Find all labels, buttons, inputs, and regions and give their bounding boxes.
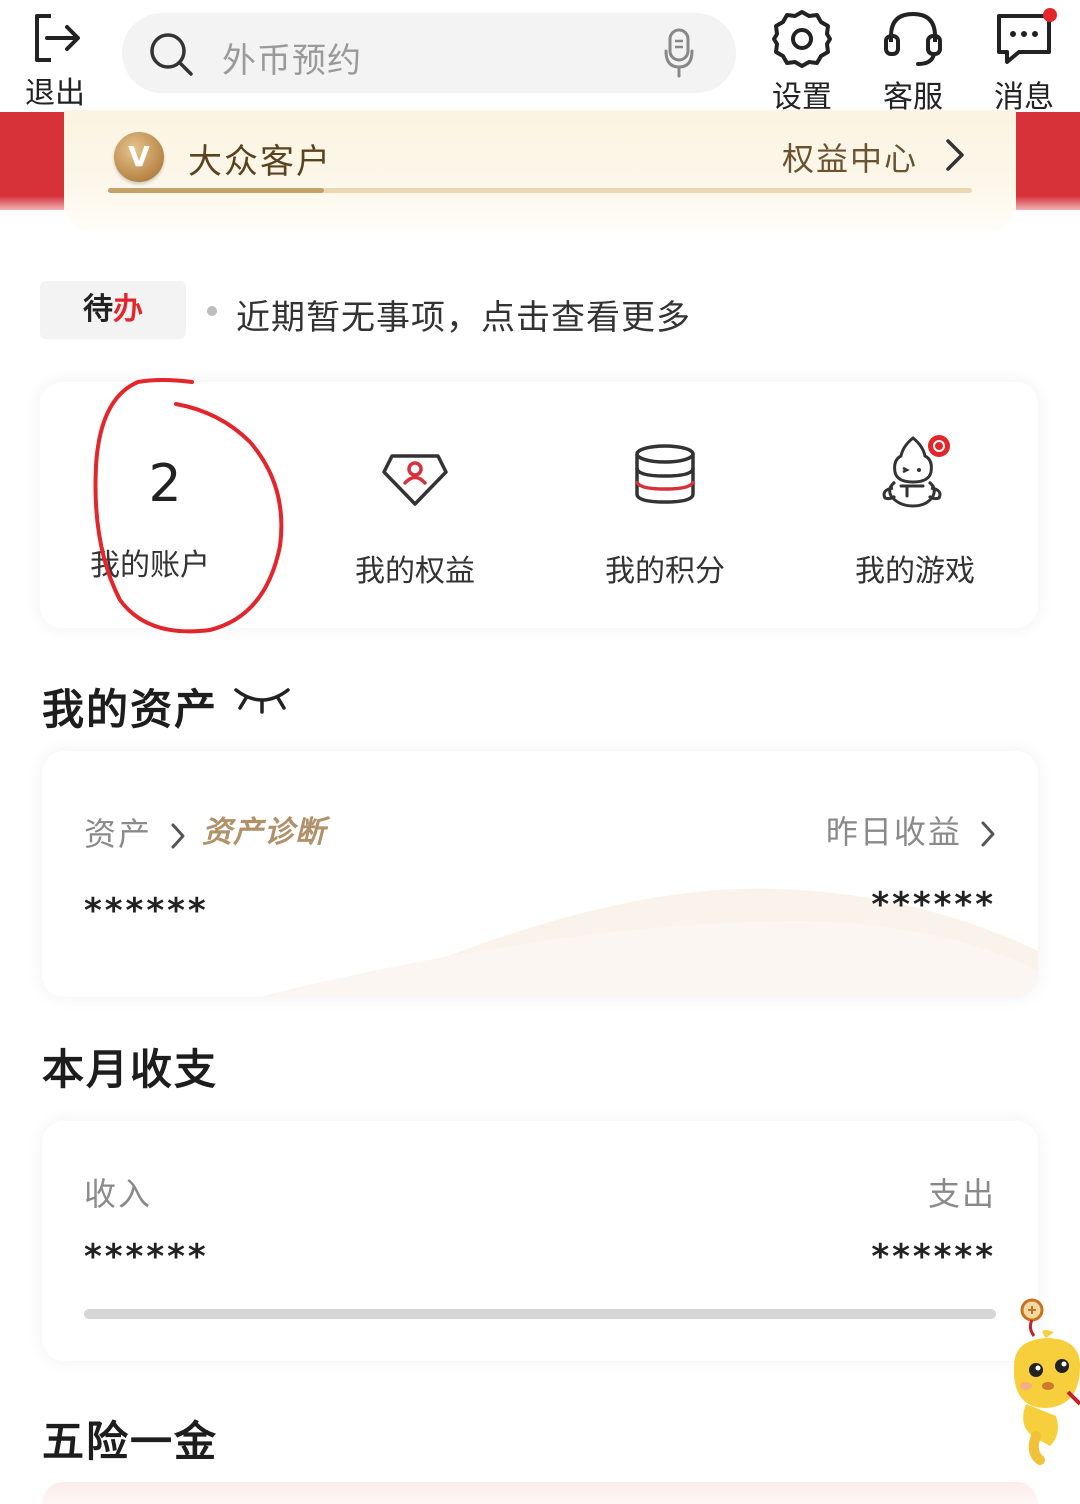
snowman-game-icon bbox=[882, 435, 950, 508]
todo-text[interactable]: 近期暂无事项，点击查看更多 bbox=[236, 290, 691, 339]
messages-button[interactable]: 消息 bbox=[979, 8, 1069, 116]
games-label: 我的游戏 bbox=[855, 554, 975, 589]
member-banner[interactable]: V 大众客户 权益中心 bbox=[64, 110, 1016, 232]
income-expense-bar bbox=[84, 1309, 996, 1319]
member-tier: 大众客户 bbox=[188, 142, 332, 182]
exit-button[interactable]: 退出 bbox=[22, 10, 88, 112]
account-label: 我的账户 bbox=[90, 548, 210, 583]
yesterday-earnings-link[interactable]: 昨日收益 bbox=[826, 807, 996, 853]
my-accounts-button[interactable]: 2 我的账户 bbox=[40, 382, 290, 628]
member-progress-bar bbox=[108, 188, 972, 193]
chevron-right-icon bbox=[981, 821, 995, 847]
gear-icon bbox=[772, 10, 832, 68]
coin-stack-icon bbox=[635, 444, 695, 504]
logout-icon bbox=[35, 14, 80, 62]
assets-section-title: 我的资产 bbox=[42, 685, 219, 734]
asset-diagnosis-link[interactable]: 资产诊断 bbox=[202, 807, 326, 851]
diamond-user-icon bbox=[382, 454, 448, 506]
vip-badge-icon: V bbox=[114, 132, 164, 182]
quick-access-card: 2 我的账户 我的权益 我的积分 我的游戏 bbox=[40, 382, 1038, 628]
my-equity-button[interactable]: 我的权益 bbox=[290, 382, 540, 628]
customer-service-button[interactable]: 客服 bbox=[868, 8, 958, 116]
expense-value: ****** bbox=[871, 1237, 996, 1277]
unread-dot bbox=[1043, 8, 1057, 22]
benefits-center-link[interactable]: 权益中心 bbox=[782, 134, 918, 180]
assets-link[interactable]: 资产 bbox=[84, 809, 186, 855]
equity-label: 我的权益 bbox=[355, 554, 475, 589]
todo-bullet bbox=[207, 306, 217, 316]
mascot-float-icon[interactable] bbox=[1006, 1296, 1080, 1466]
exit-label: 退出 bbox=[25, 76, 85, 111]
search-icon bbox=[150, 33, 193, 76]
expense-label: 支出 bbox=[927, 1175, 996, 1213]
account-count: 2 bbox=[148, 454, 182, 514]
monthly-section-title: 本月收支 bbox=[42, 1045, 219, 1094]
banner-fade-right bbox=[1016, 196, 1080, 210]
eye-closed-icon[interactable] bbox=[232, 684, 292, 714]
points-label: 我的积分 bbox=[605, 554, 725, 589]
income-label: 收入 bbox=[84, 1175, 153, 1213]
todo-tag[interactable]: 待办 bbox=[40, 281, 186, 339]
top-bar: 退出 外币预约 设置 客服 消息 bbox=[0, 0, 1080, 115]
search-placeholder: 外币预约 bbox=[222, 41, 362, 81]
chevron-right-icon bbox=[171, 823, 185, 849]
monthly-card[interactable]: 收入 支出 ****** ****** bbox=[42, 1121, 1038, 1361]
insurance-section-title: 五险一金 bbox=[42, 1417, 219, 1466]
my-points-button[interactable]: 我的积分 bbox=[540, 382, 790, 628]
banner-fade-left bbox=[0, 196, 64, 210]
microphone-icon[interactable] bbox=[664, 27, 694, 79]
insurance-card[interactable] bbox=[42, 1482, 1038, 1504]
yesterday-value: ****** bbox=[871, 885, 996, 925]
my-games-button[interactable]: 我的游戏 bbox=[790, 382, 1040, 628]
search-bar[interactable]: 外币预约 bbox=[122, 13, 736, 93]
income-value: ****** bbox=[84, 1237, 209, 1277]
assets-card[interactable]: 资产 资产诊断 昨日收益 ****** ****** bbox=[42, 751, 1038, 997]
headset-icon bbox=[884, 11, 942, 66]
settings-button[interactable]: 设置 bbox=[757, 8, 847, 116]
chevron-right-icon bbox=[946, 139, 964, 171]
assets-value: ****** bbox=[84, 891, 209, 931]
